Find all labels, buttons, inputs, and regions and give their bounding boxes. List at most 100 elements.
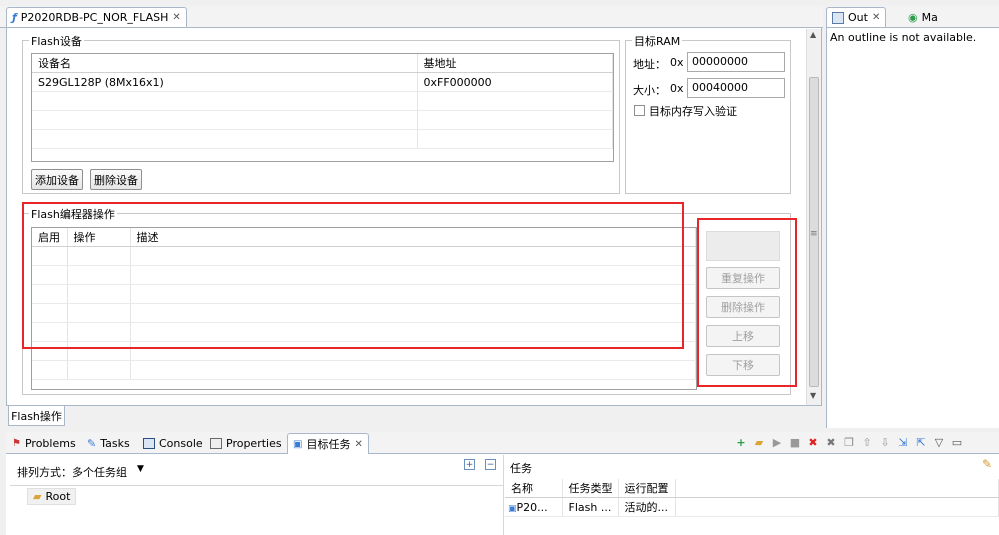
table-row	[32, 110, 613, 130]
copy-icon[interactable]: ❐	[842, 435, 856, 449]
address-label: 地址：	[633, 58, 666, 71]
folder-icon[interactable]: ▰	[752, 435, 766, 449]
flash-devices-title: Flash设备	[29, 33, 84, 49]
tab-tasks-label: Tasks	[100, 436, 130, 450]
task-type-cell: Flash ...	[562, 497, 619, 517]
run-icon[interactable]: ▶	[770, 435, 784, 449]
edit-pencil-icon[interactable]: ✎	[982, 457, 992, 471]
expand-all-icon[interactable]: +	[464, 459, 475, 470]
tab-properties-label: Properties	[226, 436, 282, 450]
tab-outline[interactable]: Out ✕	[826, 7, 887, 27]
folder-icon: ▰	[33, 490, 42, 503]
remove-all-icon[interactable]: ✖	[824, 435, 838, 449]
add-device-button[interactable]: 添加设备	[31, 169, 83, 190]
outline-body: An outline is not available.	[826, 28, 999, 428]
close-icon[interactable]: ✕	[872, 12, 880, 23]
tab-target-tasks[interactable]: ▣ 目标任务 ✕	[287, 433, 369, 454]
close-icon[interactable]: ✕	[354, 439, 362, 450]
tab-tasks[interactable]: ✎ Tasks	[81, 433, 136, 453]
tasks-table: 名称 任务类型 运行配置 ▣P20... Flash ... 活动的...	[505, 479, 999, 535]
address-input[interactable]: 00000000	[687, 52, 785, 72]
editor-tabbar: ƒ P2020RDB-PC_NOR_FLASH ✕	[0, 6, 823, 28]
import-icon[interactable]: ⇲	[896, 435, 910, 449]
highlight-ops-buttons	[697, 218, 797, 387]
base-address-cell: 0xFF000000	[417, 72, 613, 92]
tasks-icon: ✎	[87, 436, 97, 450]
delete-icon[interactable]: ✖	[806, 435, 820, 449]
remove-device-button[interactable]: 删除设备	[90, 169, 142, 190]
verify-checkbox[interactable]	[634, 105, 645, 116]
table-row	[32, 129, 613, 149]
col-device-name[interactable]: 设备名	[32, 54, 418, 73]
task-name-cell: ▣P20...	[505, 497, 563, 517]
editor-tab-label: P2020RDB-PC_NOR_FLASH	[20, 11, 169, 24]
tab-problems[interactable]: ⚑ Problems	[6, 433, 82, 453]
tab-properties[interactable]: Properties	[204, 433, 288, 453]
col-task-type[interactable]: 任务类型	[562, 479, 619, 498]
editor-scrollbar[interactable]: ▲ ≡ ▼	[806, 29, 821, 405]
task-icon: ▣	[508, 503, 517, 514]
console-icon	[143, 437, 155, 449]
problems-icon: ⚑	[12, 437, 21, 449]
flash-devices-group: Flash设备 设备名 基地址 S29GL128P (8Mx16x1) 0xFF…	[22, 33, 620, 194]
sort-mode-label[interactable]: 排列方式：多个任务组	[17, 464, 127, 480]
target-ram-group: 目标RAM 地址： 0x 00000000 大小： 0x 00040000 目标…	[625, 33, 791, 194]
col-base-address[interactable]: 基地址	[417, 54, 613, 73]
outline-message: An outline is not available.	[830, 31, 977, 44]
tab-memory-label: Ma	[921, 10, 938, 24]
tree-root-label: Root	[45, 490, 71, 503]
tab-outline-label: Out	[848, 11, 868, 24]
col-task-name[interactable]: 名称	[505, 479, 563, 498]
sort-dropdown-icon[interactable]: ▼	[137, 464, 144, 474]
run-config-cell: 活动的...	[618, 497, 676, 517]
table-row[interactable]: S29GL128P (8Mx16x1) 0xFF000000	[32, 72, 613, 92]
task-name-text: P20...	[516, 500, 548, 514]
view-menu-icon[interactable]: ▽	[932, 435, 946, 449]
minimize-icon[interactable]: ▭	[950, 435, 964, 449]
verify-label: 目标内存写入验证	[649, 105, 737, 118]
memory-icon: ◉	[908, 10, 918, 24]
scroll-up-icon[interactable]: ▲	[810, 30, 816, 39]
tab-target-tasks-label: 目标任务	[306, 438, 351, 451]
bottom-toolbar: + ▰ ▶ ■ ✖ ✖ ❐ ⇧ ⇩ ⇲ ⇱ ▽ ▭	[734, 435, 964, 449]
table-row	[32, 360, 696, 380]
add-icon[interactable]: +	[734, 435, 748, 449]
stop-icon[interactable]: ■	[788, 435, 802, 449]
editor-tab[interactable]: ƒ P2020RDB-PC_NOR_FLASH ✕	[6, 7, 187, 27]
table-row[interactable]: ▣P20... Flash ... 活动的...	[505, 497, 999, 517]
table-row	[32, 91, 613, 111]
flash-operations-tab-label: Flash操作	[11, 409, 62, 423]
bottom-tabbar: ⚑ Problems ✎ Tasks Console Properties ▣ …	[6, 432, 999, 454]
tab-console-label: Console	[159, 436, 203, 450]
tab-memory[interactable]: ◉ Ma	[902, 7, 944, 27]
flash-devices-table: 设备名 基地址 S29GL128P (8Mx16x1) 0xFF000000	[31, 53, 614, 162]
col-run-config[interactable]: 运行配置	[618, 479, 676, 498]
sort-row-divider	[10, 485, 503, 486]
arrow-up-icon[interactable]: ⇧	[860, 435, 874, 449]
target-task-icon: ▣	[293, 438, 303, 450]
device-name-cell: S29GL128P (8Mx16x1)	[32, 72, 418, 92]
scroll-grip-icon: ≡	[810, 229, 818, 239]
collapse-all-icon[interactable]: −	[485, 459, 496, 470]
flash-file-icon: ƒ	[12, 11, 17, 24]
target-ram-title: 目标RAM	[632, 33, 683, 49]
size-input[interactable]: 00040000	[687, 78, 785, 98]
highlight-ops-table	[22, 202, 684, 349]
outline-tabbar: Out ✕ ◉ Ma	[826, 6, 999, 28]
scroll-down-icon[interactable]: ▼	[810, 391, 816, 400]
export-icon[interactable]: ⇱	[914, 435, 928, 449]
close-icon[interactable]: ✕	[172, 12, 180, 23]
col-filler	[675, 479, 999, 498]
tab-console[interactable]: Console	[137, 433, 209, 453]
size-prefix: 0x	[670, 82, 684, 95]
address-prefix: 0x	[670, 56, 684, 69]
outline-icon	[832, 11, 844, 24]
tasks-divider	[503, 455, 504, 535]
flash-operations-tab[interactable]: Flash操作	[8, 406, 65, 426]
tab-problems-label: Problems	[24, 436, 76, 450]
arrow-down-icon[interactable]: ⇩	[878, 435, 892, 449]
size-label: 大小：	[633, 84, 666, 97]
properties-icon	[210, 437, 222, 449]
tree-root-item[interactable]: ▰ Root	[27, 488, 77, 505]
tasks-title: 任务	[510, 462, 532, 475]
